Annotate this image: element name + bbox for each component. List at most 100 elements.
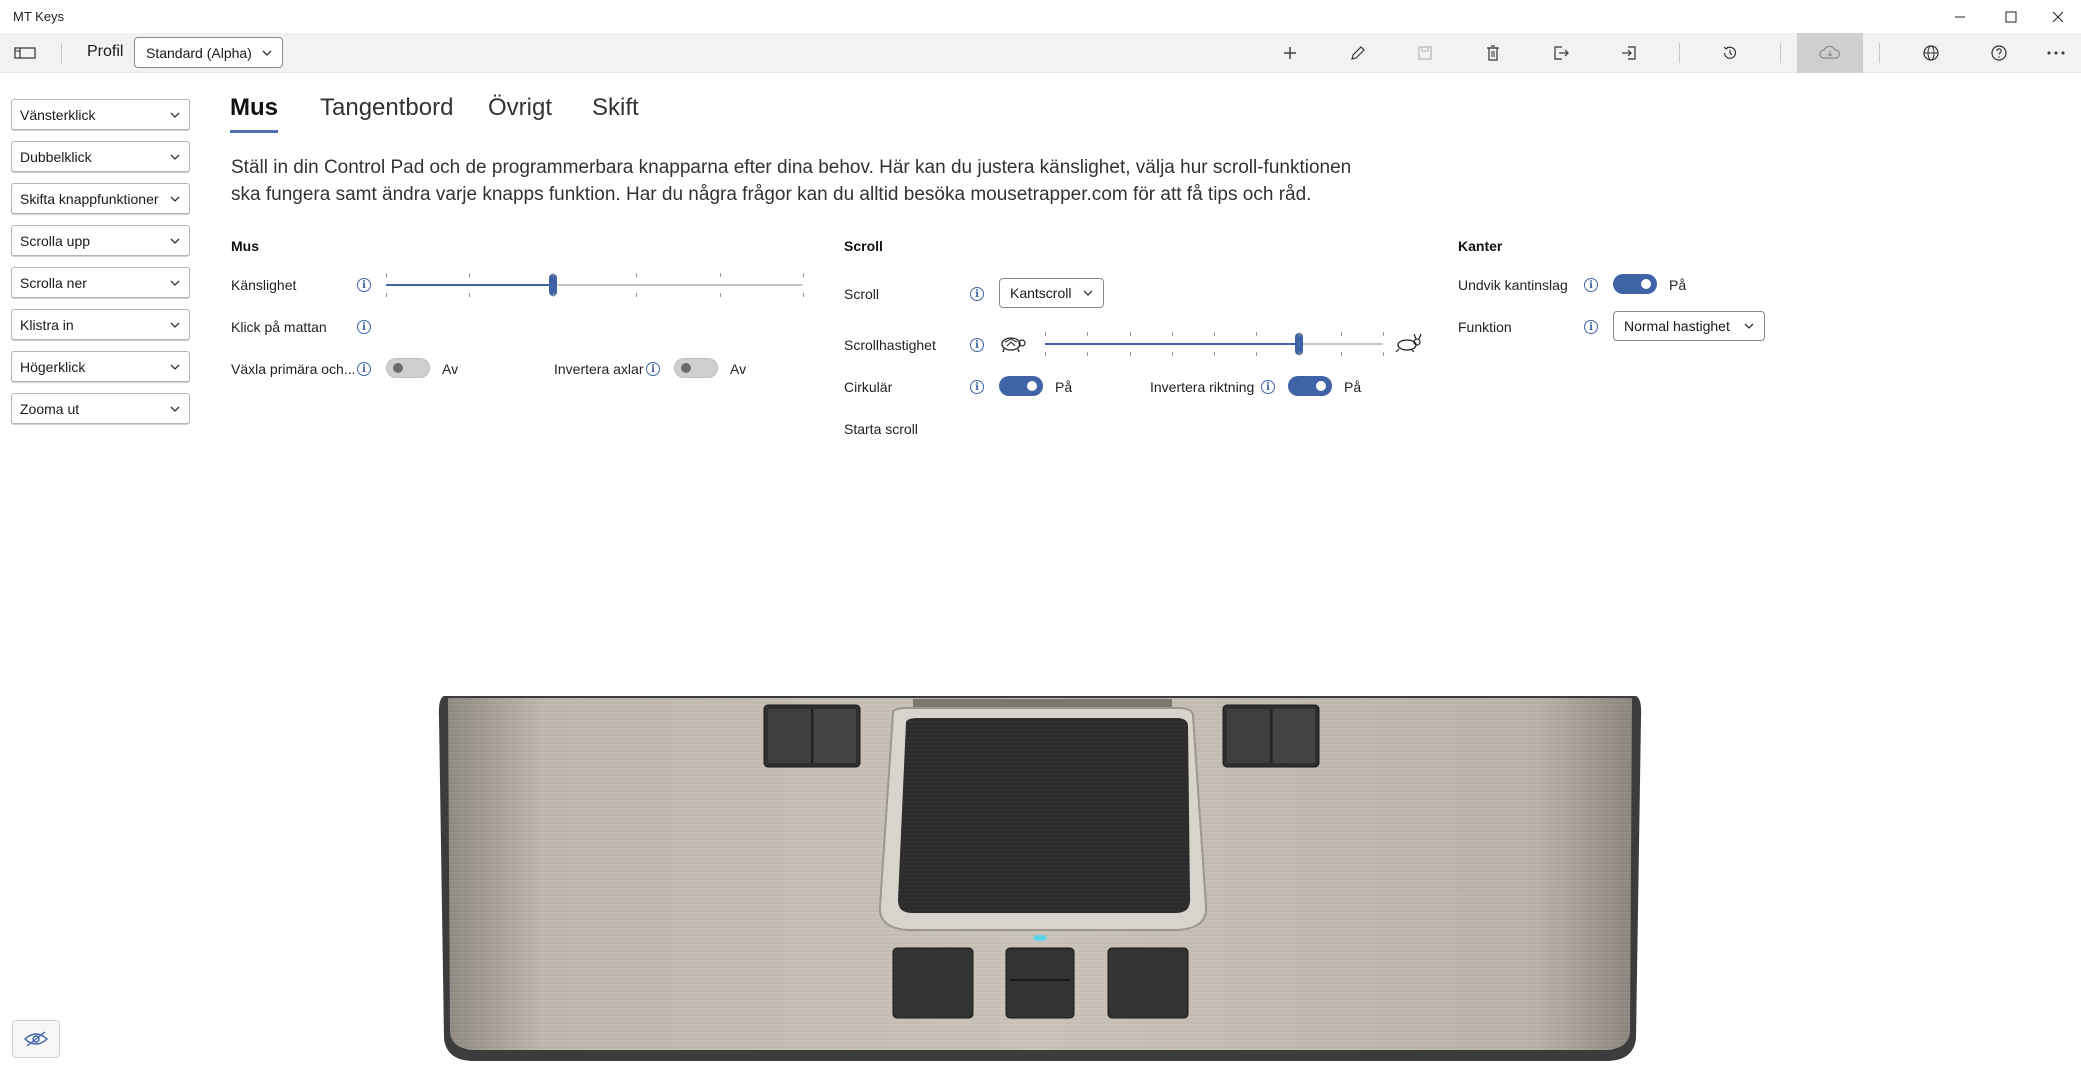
slider-tick bbox=[386, 273, 387, 277]
rabbit-icon bbox=[1395, 333, 1422, 353]
cloud-download-button[interactable] bbox=[1797, 33, 1863, 73]
edge-function-value: Normal hastighet bbox=[1624, 318, 1730, 334]
more-button[interactable] bbox=[2036, 33, 2076, 73]
button-function-value: Scrolla ner bbox=[20, 274, 87, 291]
edge-function-label: Funktion bbox=[1458, 319, 1512, 335]
chevron-down-icon bbox=[170, 322, 180, 328]
button-function-value: Klistra in bbox=[20, 316, 74, 333]
scroll-speed-slider[interactable] bbox=[1045, 332, 1384, 356]
scroll-mode-value: Kantscroll bbox=[1010, 285, 1072, 301]
sensitivity-label: Känslighet bbox=[231, 277, 297, 293]
close-button[interactable] bbox=[2035, 0, 2081, 33]
profile-select-value: Standard (Alpha) bbox=[146, 44, 252, 61]
tab-ovrigt[interactable]: Övrigt bbox=[488, 94, 552, 122]
chevron-down-icon bbox=[170, 364, 180, 370]
button-function-select[interactable]: Vänsterklick bbox=[11, 99, 190, 130]
info-icon[interactable]: i bbox=[646, 362, 660, 376]
toolbar-separator bbox=[61, 43, 62, 63]
info-icon[interactable]: i bbox=[970, 338, 984, 352]
chevron-down-icon bbox=[170, 406, 180, 412]
slider-tick bbox=[1172, 352, 1173, 356]
slider-tick bbox=[636, 293, 637, 297]
help-button[interactable] bbox=[1966, 33, 2032, 73]
swap-buttons-toggle[interactable] bbox=[386, 358, 430, 378]
chevron-down-icon bbox=[170, 196, 180, 202]
toolbar-separator bbox=[1679, 43, 1680, 63]
info-icon[interactable]: i bbox=[357, 362, 371, 376]
pane-toggle-button[interactable] bbox=[8, 33, 42, 73]
chevron-down-icon bbox=[170, 112, 180, 118]
button-function-select[interactable]: Zooma ut bbox=[11, 393, 190, 424]
info-icon[interactable]: i bbox=[357, 320, 371, 334]
slider-tick bbox=[636, 273, 637, 277]
scroll-mode-select[interactable]: Kantscroll bbox=[999, 278, 1104, 308]
button-function-value: Skifta knappfunktioner bbox=[20, 190, 159, 207]
button-function-value: Scrolla upp bbox=[20, 232, 91, 249]
start-scroll-label: Starta scroll bbox=[844, 421, 918, 437]
invert-direction-toggle[interactable] bbox=[1288, 376, 1332, 396]
slider-tick bbox=[386, 293, 387, 297]
slider-tick bbox=[1214, 352, 1215, 356]
slider-tick bbox=[1299, 332, 1300, 336]
close-icon bbox=[2052, 11, 2064, 22]
slider-tick bbox=[1130, 332, 1131, 336]
chevron-down-icon bbox=[170, 238, 180, 244]
info-icon[interactable]: i bbox=[970, 380, 984, 394]
button-function-select[interactable]: Klistra in bbox=[11, 309, 190, 340]
slider-tick bbox=[720, 273, 721, 277]
sensitivity-slider[interactable] bbox=[386, 273, 804, 297]
hide-button[interactable] bbox=[12, 1020, 60, 1058]
maximize-button[interactable] bbox=[1988, 0, 2034, 33]
language-button[interactable] bbox=[1898, 33, 1964, 73]
mus-section-title: Mus bbox=[231, 238, 259, 254]
tab-mus[interactable]: Mus bbox=[230, 94, 278, 122]
slider-tick bbox=[1087, 332, 1088, 336]
tab-skift[interactable]: Skift bbox=[592, 94, 639, 122]
minimize-button[interactable] bbox=[1937, 0, 1983, 33]
slider-tick bbox=[803, 293, 804, 297]
save-icon bbox=[1418, 46, 1432, 60]
slider-tick bbox=[1045, 352, 1046, 356]
info-icon[interactable]: i bbox=[357, 278, 371, 292]
import-profile-button[interactable] bbox=[1596, 33, 1662, 73]
invert-direction-label: Invertera riktning bbox=[1150, 379, 1255, 395]
button-function-select[interactable]: Scrolla ner bbox=[11, 267, 190, 298]
slider-tick bbox=[1172, 332, 1173, 336]
button-function-select[interactable]: Dubbelklick bbox=[11, 141, 190, 172]
edit-profile-button[interactable] bbox=[1325, 33, 1391, 73]
slider-tick bbox=[1045, 332, 1046, 336]
title-bar: MT Keys bbox=[0, 0, 2081, 33]
chevron-down-icon bbox=[262, 50, 272, 56]
info-icon[interactable]: i bbox=[970, 287, 984, 301]
tab-tangentbord[interactable]: Tangentbord bbox=[320, 94, 453, 122]
circular-scroll-toggle[interactable] bbox=[999, 376, 1043, 396]
info-icon[interactable]: i bbox=[1584, 278, 1598, 292]
add-profile-button[interactable] bbox=[1257, 33, 1323, 73]
save-profile-button[interactable] bbox=[1392, 33, 1458, 73]
button-function-select[interactable]: Scrolla upp bbox=[11, 225, 190, 256]
cloud-download-icon bbox=[1819, 45, 1841, 59]
button-function-value: Zooma ut bbox=[20, 400, 80, 417]
button-function-select[interactable]: Högerklick bbox=[11, 351, 190, 382]
slider-tick bbox=[1383, 352, 1384, 356]
minimize-icon bbox=[1955, 16, 1965, 17]
export-icon bbox=[1554, 46, 1569, 60]
delete-profile-button[interactable] bbox=[1460, 33, 1526, 73]
more-icon bbox=[2047, 51, 2065, 55]
edge-function-select[interactable]: Normal hastighet bbox=[1613, 311, 1765, 341]
slider-tick bbox=[720, 293, 721, 297]
history-button[interactable] bbox=[1697, 33, 1763, 73]
toggle-knob bbox=[1027, 381, 1037, 391]
info-icon[interactable]: i bbox=[1261, 380, 1275, 394]
profile-select[interactable]: Standard (Alpha) bbox=[134, 37, 283, 68]
slider-tick bbox=[553, 293, 554, 297]
invert-axes-toggle[interactable] bbox=[674, 358, 718, 378]
button-function-select[interactable]: Skifta knappfunktioner bbox=[11, 183, 190, 214]
invert-direction-state: På bbox=[1344, 379, 1362, 395]
slider-tick bbox=[469, 273, 470, 277]
slider-tick bbox=[1383, 332, 1384, 336]
info-icon[interactable]: i bbox=[1584, 320, 1598, 334]
toggle-knob bbox=[681, 363, 691, 373]
avoid-edges-toggle[interactable] bbox=[1613, 274, 1657, 294]
export-profile-button[interactable] bbox=[1528, 33, 1594, 73]
